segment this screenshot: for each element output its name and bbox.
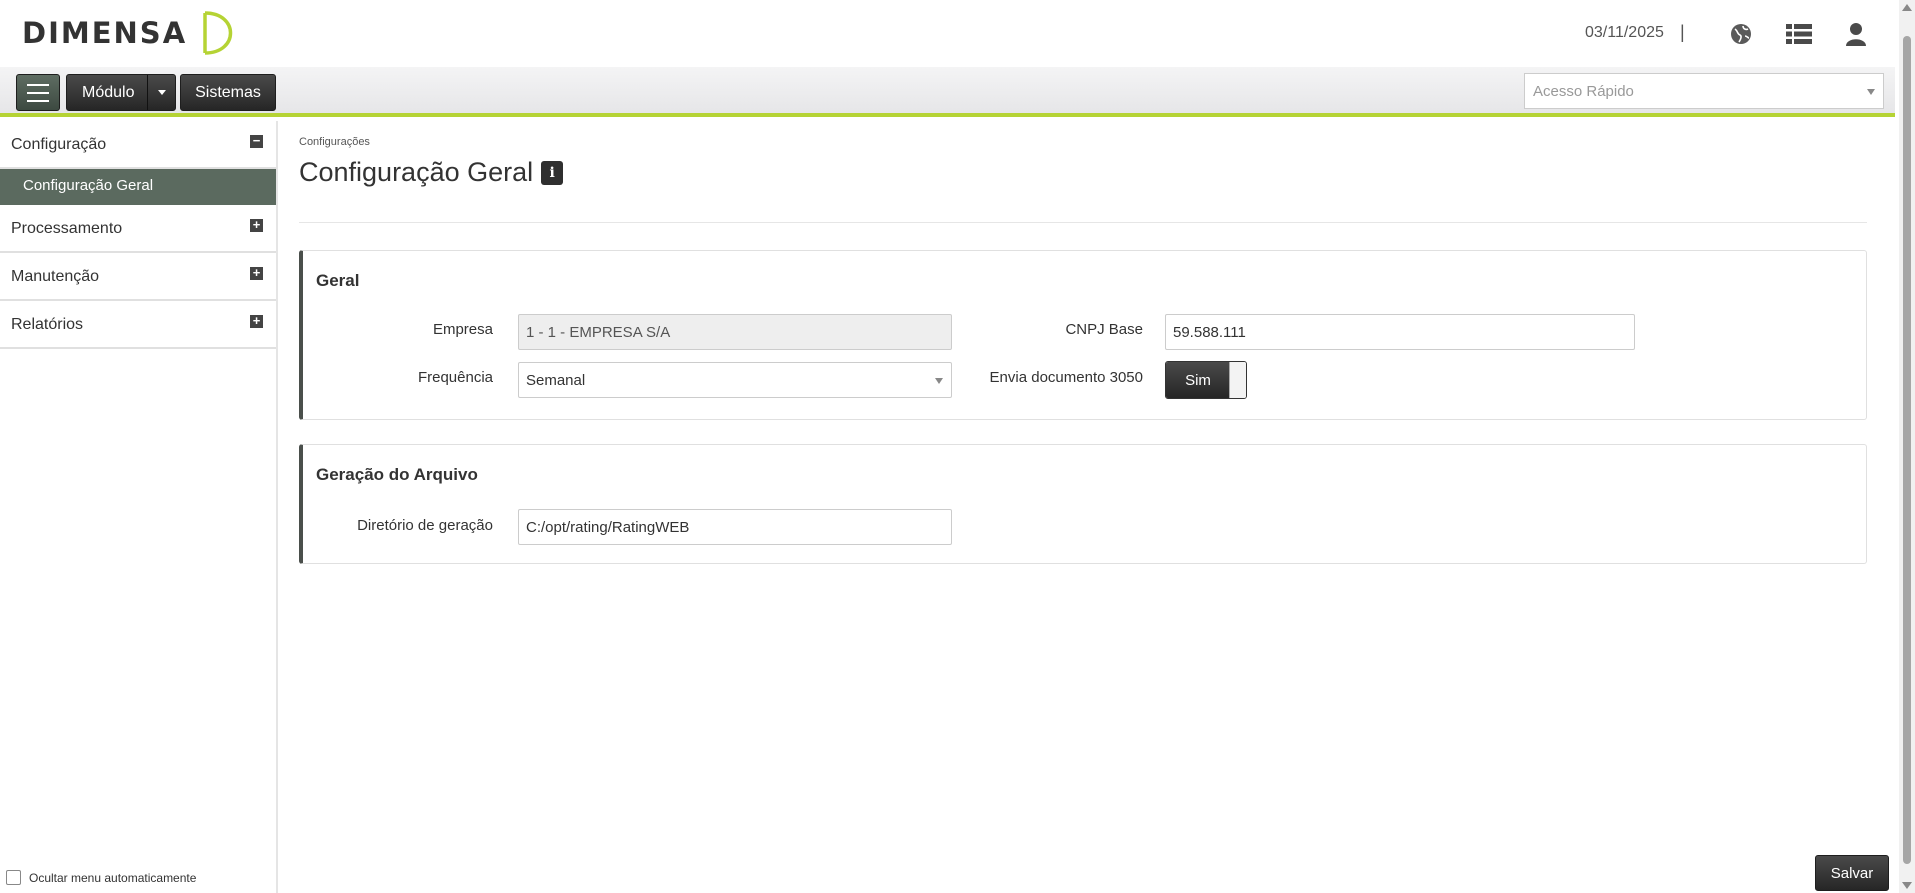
diretorio-input[interactable]: C:/opt/rating/RatingWEB [518, 509, 952, 545]
cnpj-base-label: CNPJ Base [1065, 321, 1143, 338]
dimensa-logo: DIMENSA [22, 10, 237, 56]
collapse-icon[interactable]: − [250, 134, 263, 148]
toggle-knob [1229, 362, 1246, 398]
auto-hide-menu-option: Ocultar menu automaticamente [6, 870, 196, 885]
expand-icon[interactable]: + [250, 266, 263, 280]
top-header: DIMENSA 03/11/2025 | [0, 0, 1895, 67]
auto-hide-menu-label: Ocultar menu automaticamente [29, 870, 197, 885]
chevron-down-icon [157, 90, 166, 95]
info-icon[interactable]: i [541, 160, 564, 185]
quick-access-select[interactable]: Acesso Rápido [1524, 73, 1884, 109]
toggle-value: Sim [1185, 371, 1211, 389]
page-title-text: Configuração Geral [299, 157, 534, 187]
cnpj-base-value: 59.588.111 [1173, 324, 1246, 341]
current-date: 03/11/2025 [1585, 24, 1664, 41]
panel-title: Geral [316, 271, 360, 290]
globe-icon[interactable] [1727, 20, 1755, 48]
diretorio-value: C:/opt/rating/RatingWEB [526, 519, 690, 536]
header-separator: | [1680, 22, 1685, 42]
sidebar-section-label: Processamento [11, 220, 123, 237]
empresa-field: 1 - 1 - EMPRESA S/A [518, 314, 952, 350]
expand-icon[interactable]: + [250, 314, 263, 328]
auto-hide-menu-checkbox[interactable] [6, 870, 21, 885]
sidebar-section-label: Manutenção [11, 268, 100, 285]
sidebar-item-label: Configuração Geral [23, 177, 154, 194]
diretorio-label: Diretório de geração [357, 517, 493, 534]
sidebar-section-label: Configuração [11, 136, 107, 153]
toggle-on-state: Sim [1166, 362, 1230, 398]
panel-geracao-arquivo: Geração do Arquivo Diretório de geração … [299, 444, 1867, 564]
sidebar-section-label: Relatórios [11, 316, 84, 333]
hamburger-icon-bar [27, 91, 49, 94]
sidebar-item-configuracao-geral[interactable]: Configuração Geral [0, 167, 276, 205]
expand-icon[interactable]: + [250, 218, 263, 232]
page-scrollbar[interactable] [1899, 0, 1915, 893]
sidebar-section-relatorios[interactable]: Relatórios + [0, 301, 276, 349]
panel-title: Geração do Arquivo [316, 465, 478, 484]
chevron-down-icon [1867, 89, 1875, 95]
sidebar-section-configuracao[interactable]: Configuração − [0, 121, 276, 169]
panel-geral: Geral Empresa 1 - 1 - EMPRESA S/A Frequê… [299, 250, 1867, 420]
scroll-up-arrow-icon[interactable] [1902, 4, 1912, 11]
sidebar-menu: Configuração − Configuração Geral Proces… [0, 121, 278, 893]
empresa-value: 1 - 1 - EMPRESA S/A [526, 324, 671, 341]
frequencia-select[interactable]: Semanal [518, 362, 952, 398]
hamburger-icon-bar [27, 99, 49, 102]
module-button-label: Módulo [82, 83, 135, 101]
sidebar-section-manutencao[interactable]: Manutenção + [0, 253, 276, 301]
dimensa-d-mark-icon [203, 11, 233, 55]
hamburger-icon-bar [27, 83, 49, 86]
save-button-label: Salvar [1830, 864, 1874, 882]
title-divider [299, 222, 1867, 223]
chevron-down-icon [935, 378, 943, 384]
envia-documento-label: Envia documento 3050 [989, 369, 1143, 386]
save-button[interactable]: Salvar [1815, 855, 1889, 891]
page-title: Configuração Geral i [299, 157, 564, 188]
scroll-down-arrow-icon[interactable] [1902, 882, 1912, 889]
hamburger-menu-button[interactable] [16, 74, 60, 111]
systems-button[interactable]: Sistemas [180, 74, 276, 111]
scroll-thumb[interactable] [1903, 36, 1911, 864]
frequencia-value: Semanal [526, 372, 586, 389]
systems-button-label: Sistemas [195, 83, 261, 101]
cnpj-base-input[interactable]: 59.588.111 [1165, 314, 1635, 350]
module-button[interactable]: Módulo [66, 74, 176, 111]
empresa-label: Empresa [432, 321, 493, 338]
module-dropdown-toggle[interactable] [147, 75, 175, 110]
brand-name: DIMENSA [22, 16, 188, 50]
main-content: Configurações Configuração Geral i Geral… [280, 121, 1895, 893]
list-icon[interactable] [1785, 20, 1813, 48]
main-toolbar: Módulo Sistemas Acesso Rápido [0, 67, 1895, 117]
breadcrumb[interactable]: Configurações [299, 136, 370, 148]
quick-access-placeholder: Acesso Rápido [1533, 83, 1634, 100]
envia-documento-toggle[interactable]: Sim [1165, 361, 1247, 399]
user-icon[interactable] [1842, 20, 1870, 48]
sidebar-section-processamento[interactable]: Processamento + [0, 205, 276, 253]
frequencia-label: Frequência [417, 369, 493, 386]
